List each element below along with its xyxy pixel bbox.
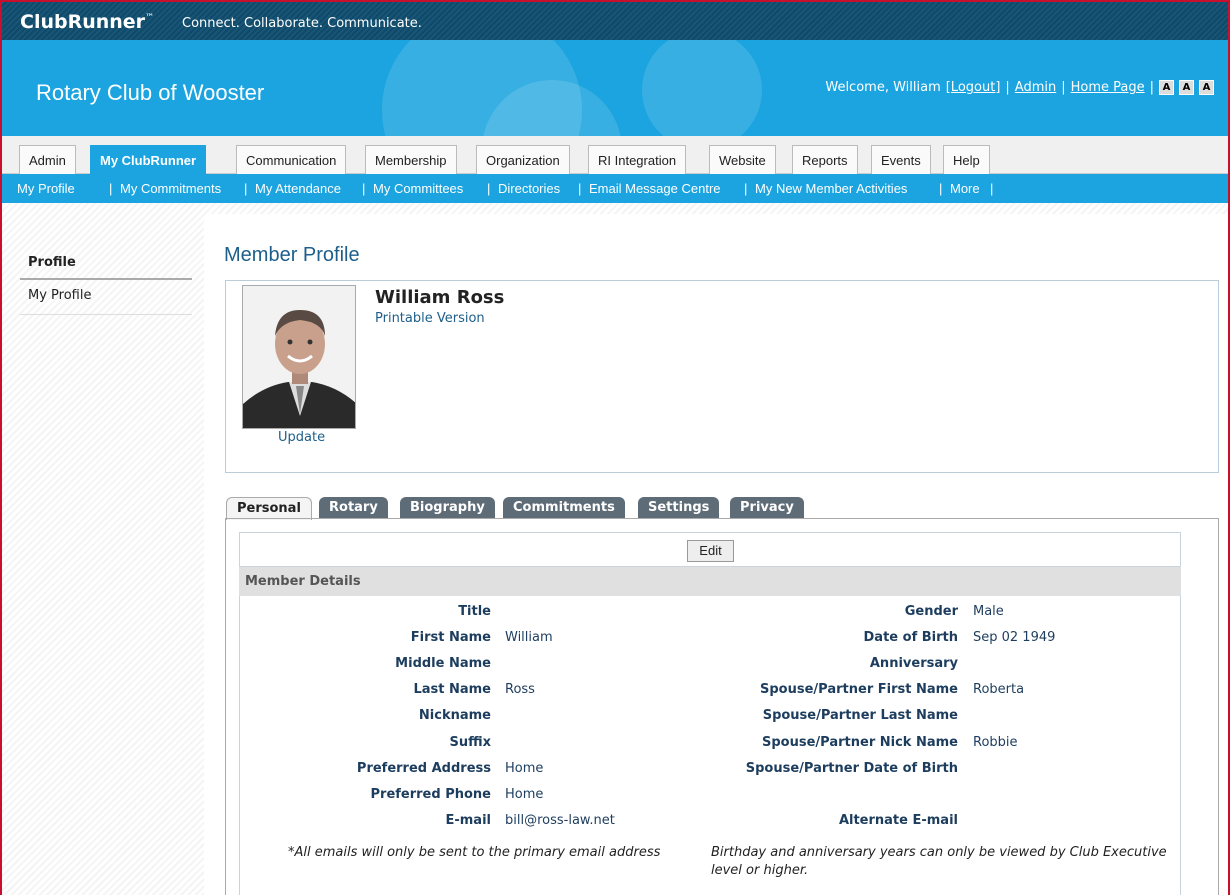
sidebar-heading: Profile — [20, 245, 192, 280]
tab-help[interactable]: Help — [943, 145, 990, 174]
sidebar-item-my-profile[interactable]: My Profile — [20, 280, 192, 315]
tab-personal[interactable]: Personal — [226, 497, 312, 520]
tab-ri-integration[interactable]: RI Integration — [588, 145, 687, 174]
right-field-label: Gender — [904, 604, 958, 619]
font-small-button[interactable]: A — [1159, 80, 1174, 95]
sub-navigation: My Profile | My Commitments | My Attenda… — [2, 174, 1228, 203]
birthday-note-line2: level or higher. — [711, 863, 809, 878]
email-note: *All emails will only be sent to the pri… — [288, 845, 661, 860]
right-field-label: Alternate E-mail — [838, 812, 958, 828]
member-details: Title First Name William Middle Name Last Na… — [239, 596, 1181, 895]
tagline: Connect. Collaborate. Communicate. — [182, 16, 422, 31]
top-bar: ClubRunner™ Connect. Collaborate. Commun… — [2, 2, 1228, 40]
font-medium-button[interactable]: A — [1179, 80, 1194, 95]
tab-rotary[interactable]: Rotary — [319, 497, 388, 519]
personal-tab-panel: Edit Member Details Title First Name Willi… — [225, 518, 1219, 895]
left-field-value: Ross — [505, 682, 535, 698]
member-name: William Ross — [375, 287, 505, 308]
left-field-value: Home — [505, 786, 544, 802]
section-header: Member Details — [239, 567, 1181, 596]
left-field-label: Last Name — [413, 682, 491, 698]
right-field-value: Robbie — [973, 734, 1018, 750]
club-name[interactable]: Rotary Club of Wooster — [36, 80, 264, 106]
left-field-value: Home — [505, 760, 544, 776]
printable-version-link[interactable]: Printable Version — [375, 311, 485, 326]
right-field-value: Sep 02 1949 — [973, 630, 1056, 646]
edit-toolbar: Edit — [239, 532, 1181, 567]
left-field-label: Preferred Phone — [370, 786, 492, 802]
subnav-directories[interactable]: Directories — [498, 181, 560, 196]
tab-my-clubrunner[interactable]: My ClubRunner — [90, 145, 207, 174]
tab-commitments[interactable]: Commitments — [503, 497, 625, 519]
tab-events[interactable]: Events — [871, 145, 931, 174]
tab-website[interactable]: Website — [709, 145, 776, 174]
tab-membership[interactable]: Membership — [365, 145, 457, 174]
profile-summary: Update William Ross Printable Version — [225, 280, 1219, 473]
font-large-button[interactable]: A — [1199, 80, 1214, 95]
right-field-label: Spouse/Partner First Name — [760, 682, 958, 698]
tab-privacy[interactable]: Privacy — [730, 497, 804, 519]
tab-organization[interactable]: Organization — [476, 145, 570, 174]
left-field-label: First Name — [410, 630, 491, 646]
subnav-more[interactable]: More — [950, 181, 980, 196]
subnav-my-commitments[interactable]: My Commitments — [120, 181, 221, 196]
sidebar: Profile My Profile — [20, 245, 192, 315]
admin-link[interactable]: Admin — [1015, 80, 1056, 95]
left-field-label: E-mail — [445, 812, 491, 828]
tab-biography[interactable]: Biography — [400, 497, 495, 519]
right-field-label: Spouse/Partner Nick Name — [762, 734, 958, 750]
right-field-label: Anniversary — [869, 656, 958, 672]
right-field-value: Male — [973, 604, 1004, 619]
update-photo-link[interactable]: Update — [278, 430, 325, 445]
left-field-value: William — [505, 630, 553, 646]
tab-settings[interactable]: Settings — [638, 497, 720, 519]
right-field-value: Roberta — [973, 682, 1025, 698]
right-field-label: Date of Birth — [863, 630, 958, 646]
subnav-new-member-activities[interactable]: My New Member Activities — [755, 181, 907, 196]
main-content: Member Profile Update William Ross Print… — [204, 214, 1228, 895]
clubrunner-logo[interactable]: ClubRunner™ — [20, 11, 154, 33]
birthday-note-line1: Birthday and anniversary years can only … — [711, 845, 1167, 860]
user-links: Welcome, William [Logout] | Admin | Home… — [825, 80, 1214, 95]
main-tabs: Admin My ClubRunner Communication Member… — [2, 136, 1228, 174]
left-field-label: Suffix — [449, 734, 491, 750]
page-title: Member Profile — [224, 244, 360, 266]
left-field-label: Middle Name — [395, 656, 491, 672]
tab-reports[interactable]: Reports — [792, 145, 858, 174]
edit-button[interactable]: Edit — [687, 540, 734, 562]
right-field-label: Spouse/Partner Last Name — [762, 708, 958, 724]
welcome-text: Welcome, William — [825, 80, 941, 95]
tab-communication[interactable]: Communication — [236, 145, 347, 174]
left-field-value: bill@ross-law.net — [505, 812, 615, 828]
left-field-label: Nickname — [418, 708, 491, 724]
logout-link[interactable]: [Logout] — [946, 80, 1001, 95]
subnav-my-profile[interactable]: My Profile — [17, 181, 75, 196]
left-field-label: Title — [458, 604, 491, 619]
member-photo — [242, 285, 356, 429]
left-field-label: Preferred Address — [356, 760, 491, 776]
subnav-email-message-centre[interactable]: Email Message Centre — [589, 181, 721, 196]
subnav-my-committees[interactable]: My Committees — [373, 181, 463, 196]
club-banner: Rotary Club of Wooster Welcome, William … — [2, 40, 1228, 136]
right-field-label: Spouse/Partner Date of Birth — [745, 760, 958, 776]
home-page-link[interactable]: Home Page — [1071, 80, 1145, 95]
subnav-my-attendance[interactable]: My Attendance — [255, 181, 341, 196]
tab-admin[interactable]: Admin — [19, 145, 76, 174]
